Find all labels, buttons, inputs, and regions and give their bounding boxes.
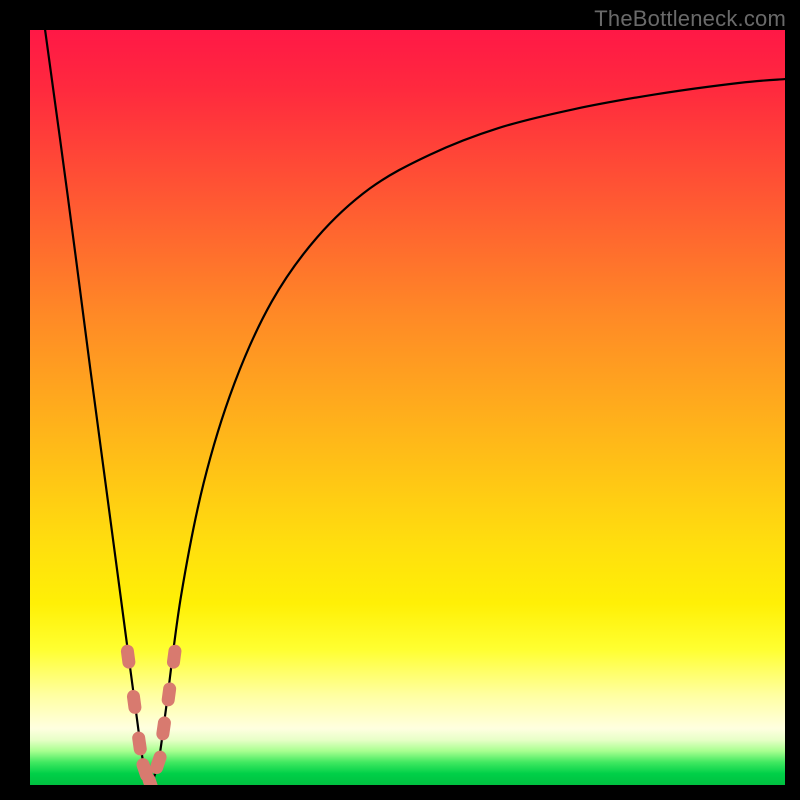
chart-frame: TheBottleneck.com (0, 0, 800, 800)
highlight-marker (156, 716, 172, 742)
plot-area (30, 30, 785, 785)
watermark-label: TheBottleneck.com (594, 6, 786, 32)
highlight-marker (166, 644, 182, 670)
highlight-marker (131, 731, 147, 757)
highlight-marker (126, 689, 142, 715)
highlight-marker (161, 682, 177, 708)
highlight-marker (120, 644, 136, 670)
bottleneck-curve (151, 79, 785, 785)
bottleneck-curve (45, 30, 151, 785)
curve-layer (30, 30, 785, 785)
